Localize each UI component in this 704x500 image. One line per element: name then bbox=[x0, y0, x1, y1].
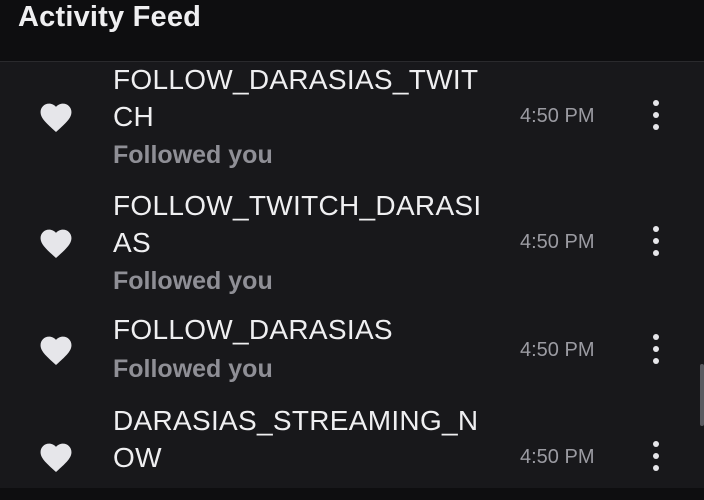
feed-item-username: DARASIAS_STREAMING_NOW bbox=[113, 405, 479, 473]
feed-item-time: 4:50 PM bbox=[520, 105, 595, 127]
feed-item-time: 4:50 PM bbox=[520, 446, 595, 468]
heart-icon bbox=[37, 99, 75, 133]
activity-feed-panel: Activity Feed FOLLOW_DARASIAS_TWITCH Fol… bbox=[0, 0, 704, 500]
feed-item[interactable]: FOLLOW_DARASIAS Followed you 4:50 PM bbox=[0, 311, 690, 391]
more-vertical-icon bbox=[653, 100, 659, 106]
feed-item-time: 4:50 PM bbox=[520, 231, 595, 253]
activity-feed-header: Activity Feed bbox=[0, 0, 704, 62]
feed-item-time: 4:50 PM bbox=[520, 339, 595, 361]
more-vertical-icon bbox=[653, 334, 659, 340]
feed-item-subtext: Followed you bbox=[113, 141, 273, 169]
more-options-button[interactable] bbox=[645, 98, 667, 132]
page-title: Activity Feed bbox=[18, 1, 202, 33]
more-options-button[interactable] bbox=[645, 439, 667, 473]
feed-item-username: FOLLOW_TWITCH_DARASIAS bbox=[113, 190, 482, 258]
feed-item[interactable]: FOLLOW_DARASIAS_TWITCH Followed you 4:50… bbox=[0, 63, 690, 175]
feed-item[interactable]: DARASIAS_STREAMING_NOW 4:50 PM bbox=[0, 402, 690, 488]
feed-item[interactable]: FOLLOW_TWITCH_DARASIAS Followed you 4:50… bbox=[0, 187, 690, 299]
feed-item-username: FOLLOW_DARASIAS bbox=[113, 314, 393, 345]
more-options-button[interactable] bbox=[645, 332, 667, 366]
heart-icon bbox=[37, 225, 75, 259]
scrollbar-thumb[interactable] bbox=[700, 364, 704, 426]
more-options-button[interactable] bbox=[645, 224, 667, 258]
feed-item-subtext: Followed you bbox=[113, 267, 273, 295]
heart-icon bbox=[37, 332, 75, 366]
heart-icon bbox=[37, 439, 75, 473]
feed-item-username: FOLLOW_DARASIAS_TWITCH bbox=[113, 64, 479, 132]
more-vertical-icon bbox=[653, 441, 659, 447]
feed-item-subtext: Followed you bbox=[113, 355, 273, 383]
activity-feed-list[interactable]: FOLLOW_DARASIAS_TWITCH Followed you 4:50… bbox=[0, 63, 704, 488]
more-vertical-icon bbox=[653, 226, 659, 232]
bottom-bar bbox=[0, 488, 704, 500]
